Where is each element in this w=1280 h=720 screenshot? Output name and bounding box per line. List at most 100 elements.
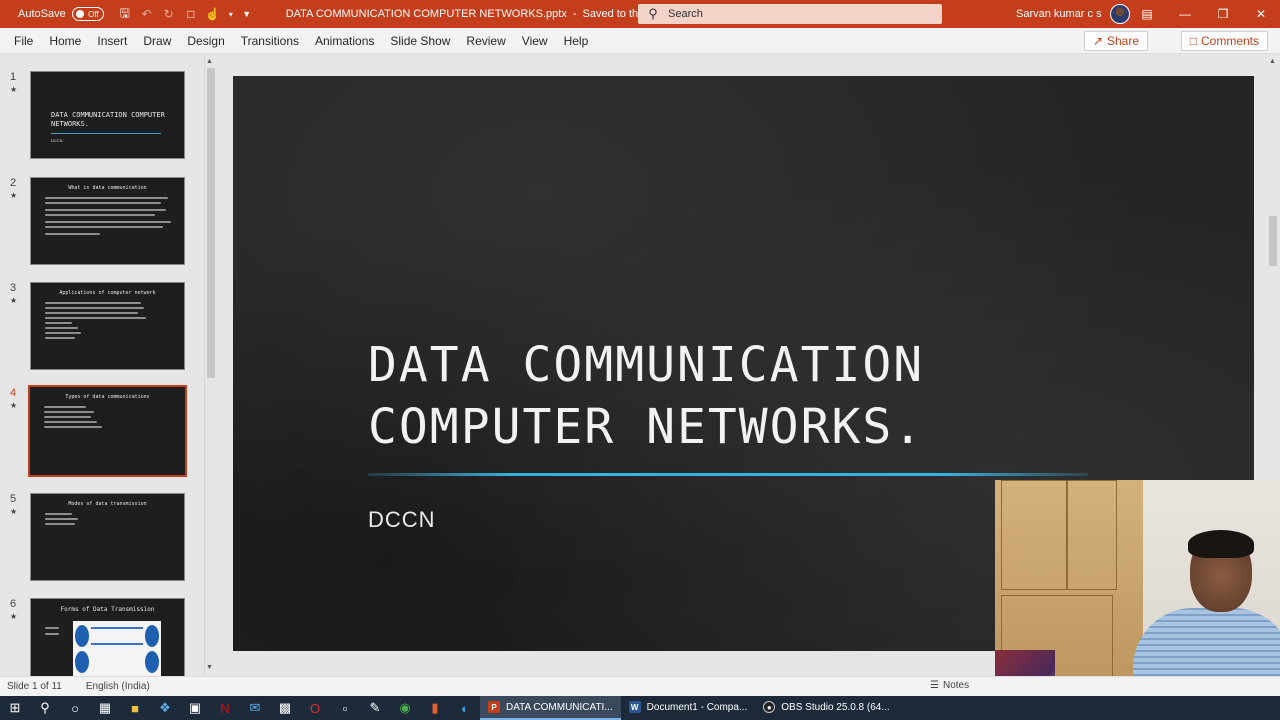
opera-icon[interactable]: O (300, 696, 330, 720)
netflix-icon[interactable]: N (210, 696, 240, 720)
transmission-diagram (73, 621, 161, 676)
slide-thumbnail-1[interactable]: 1 ★ DATA COMMUNICATION COMPUTER NETWORKS… (0, 71, 200, 163)
slide-preview: What is data communication (30, 177, 185, 265)
taskbar-app-word[interactable]: W Document1 - Compa... (621, 696, 756, 720)
thumb-bullets (39, 302, 176, 339)
slide-thumbnail-3[interactable]: 3 ★ Applications of computer network (0, 282, 200, 374)
notes-button[interactable]: ☰ Notes (930, 680, 969, 691)
share-label: Share (1106, 34, 1139, 48)
search-icon[interactable]: ⚲ (30, 696, 60, 720)
title-bar: AutoSave Off 🖫 ↶ ↻ □ ☝ ▾ ▼ DATA COMMUNIC… (0, 0, 1280, 28)
store-icon[interactable]: ▣ (180, 696, 210, 720)
tab-home[interactable]: Home (41, 34, 89, 48)
redo-icon[interactable]: ↻ (158, 3, 180, 25)
tab-slide-show[interactable]: Slide Show (382, 34, 458, 48)
cortana-icon[interactable]: ○ (60, 696, 90, 720)
slide-preview: DATA COMMUNICATION COMPUTER NETWORKS. DC… (30, 71, 185, 159)
taskbar-app-label: OBS Studio 25.0.8 (64... (781, 701, 890, 713)
slide-preview: Types of data communications (28, 385, 187, 477)
share-icon: ↗ (1092, 34, 1103, 48)
title-line-2: COMPUTER NETWORKS. (368, 399, 925, 455)
thumb-subtitle: DCCN (51, 138, 63, 143)
customize-toolbar-icon[interactable]: ▼ (238, 3, 256, 25)
tab-help[interactable]: Help (556, 34, 597, 48)
undo-icon[interactable]: ↶ (136, 3, 158, 25)
word-icon: W (628, 701, 641, 713)
slide-thumbnail-5[interactable]: 5 ★ Modes of data transmission (0, 493, 200, 585)
ribbon-display-options-icon[interactable]: ▤ (1128, 0, 1166, 28)
tab-insert[interactable]: Insert (89, 34, 135, 48)
language-indicator[interactable]: English (India) (86, 681, 150, 692)
thumbnail-scrollbar[interactable]: ▲ ▼ (204, 56, 216, 676)
title-line-1: DATA COMMUNICATION (368, 337, 925, 393)
tab-file[interactable]: File (6, 34, 41, 48)
comment-icon: □ (1189, 34, 1197, 48)
terminal-icon[interactable]: ▩ (270, 696, 300, 720)
notepad-icon[interactable]: ✎ (360, 696, 390, 720)
office-icon[interactable]: ▮ (420, 696, 450, 720)
taskbar-app-powerpoint[interactable]: P DATA COMMUNICATI... (480, 696, 621, 720)
taskbar-app-obs[interactable]: ● OBS Studio 25.0.8 (64... (755, 696, 897, 720)
taskbar-app-label: DATA COMMUNICATI... (506, 701, 613, 713)
tab-view[interactable]: View (514, 34, 556, 48)
present-icon[interactable]: □ (180, 3, 202, 25)
windows-start-icon[interactable]: ⊞ (0, 696, 30, 720)
slide-number: 6 (10, 598, 17, 610)
tab-draw[interactable]: Draw (135, 34, 179, 48)
minimize-icon[interactable]: — (1166, 0, 1204, 28)
scrollbar-thumb[interactable] (207, 68, 215, 378)
document-name: DATA COMMUNICATION COMPUTER NETWORKS.ppt… (285, 8, 567, 20)
slide-thumbnail-6[interactable]: 6 ★ Forms of Data Transmission (0, 598, 200, 676)
comments-button[interactable]: □ Comments (1180, 31, 1268, 51)
tab-transitions[interactable]: Transitions (233, 34, 307, 48)
slide-thumbnail-pane: 1 ★ DATA COMMUNICATION COMPUTER NETWORKS… (0, 56, 218, 676)
notes-icon: ☰ (930, 680, 939, 691)
close-icon[interactable]: ✕ (1242, 0, 1280, 28)
search-box[interactable]: ⚲ Search (638, 4, 942, 24)
scrollbar-thumb[interactable] (1269, 216, 1277, 266)
thumb-title: Types of data communications (65, 394, 150, 400)
mail-icon[interactable]: ✉ (240, 696, 270, 720)
obs-icon: ● (763, 701, 776, 713)
restore-icon[interactable]: ❐ (1204, 0, 1242, 28)
scroll-up-icon[interactable]: ▲ (1269, 58, 1276, 65)
tab-design[interactable]: Design (179, 34, 232, 48)
thumb-bullets (39, 197, 176, 235)
tab-review[interactable]: Review (458, 34, 513, 48)
animation-star-icon: ★ (10, 296, 18, 305)
title-underline (368, 473, 1088, 476)
slide-title[interactable]: DATA COMMUNICATION COMPUTER NETWORKS. (368, 334, 924, 458)
task-view-icon[interactable]: ▦ (90, 696, 120, 720)
chevron-down-icon[interactable]: ▾ (224, 3, 238, 25)
document-title[interactable]: DATA COMMUNICATION COMPUTER NETWORKS.ppt… (286, 8, 679, 20)
touch-mode-icon[interactable]: ☝ (202, 3, 224, 25)
title-separator: - (572, 8, 577, 20)
user-account[interactable]: Sarvan kumar c s (1016, 0, 1130, 28)
slide-preview: Applications of computer network (30, 282, 185, 370)
animation-star-icon: ★ (10, 191, 18, 200)
scroll-up-icon[interactable]: ▲ (206, 58, 213, 65)
ribbon-tabs: File Home Insert Draw Design Transitions… (0, 28, 1280, 54)
dropbox-icon[interactable]: ❖ (150, 696, 180, 720)
avatar[interactable] (1109, 4, 1130, 24)
tab-animations[interactable]: Animations (307, 34, 382, 48)
scroll-down-icon[interactable]: ▼ (206, 664, 213, 671)
slide-subtitle[interactable]: DCCN (368, 507, 436, 533)
slide-thumbnail-4[interactable]: 4 ★ Types of data communications (0, 385, 200, 479)
comments-label: Comments (1200, 34, 1259, 48)
save-icon[interactable]: 🖫 (114, 3, 136, 25)
slide-number: 4 (10, 387, 17, 399)
autosave-control[interactable]: AutoSave Off (18, 7, 104, 21)
chrome-icon[interactable]: ◉ (390, 696, 420, 720)
slide-thumbnail-2[interactable]: 2 ★ What is data communication (0, 177, 200, 269)
search-icon: ⚲ (648, 6, 658, 21)
status-bar: Slide 1 of 11 English (India) ☰ Notes (0, 676, 1280, 696)
edge-icon[interactable]: ◐ (450, 696, 480, 720)
autosave-toggle[interactable]: Off (71, 7, 104, 21)
file-explorer-icon[interactable]: ■ (120, 696, 150, 720)
thumb-rule (51, 133, 161, 134)
document-icon[interactable]: ▫ (330, 696, 360, 720)
share-button[interactable]: ↗ Share (1083, 31, 1148, 51)
thumb-title: Applications of computer network (59, 290, 156, 296)
thumb-title: Forms of Data Transmission (60, 606, 155, 613)
